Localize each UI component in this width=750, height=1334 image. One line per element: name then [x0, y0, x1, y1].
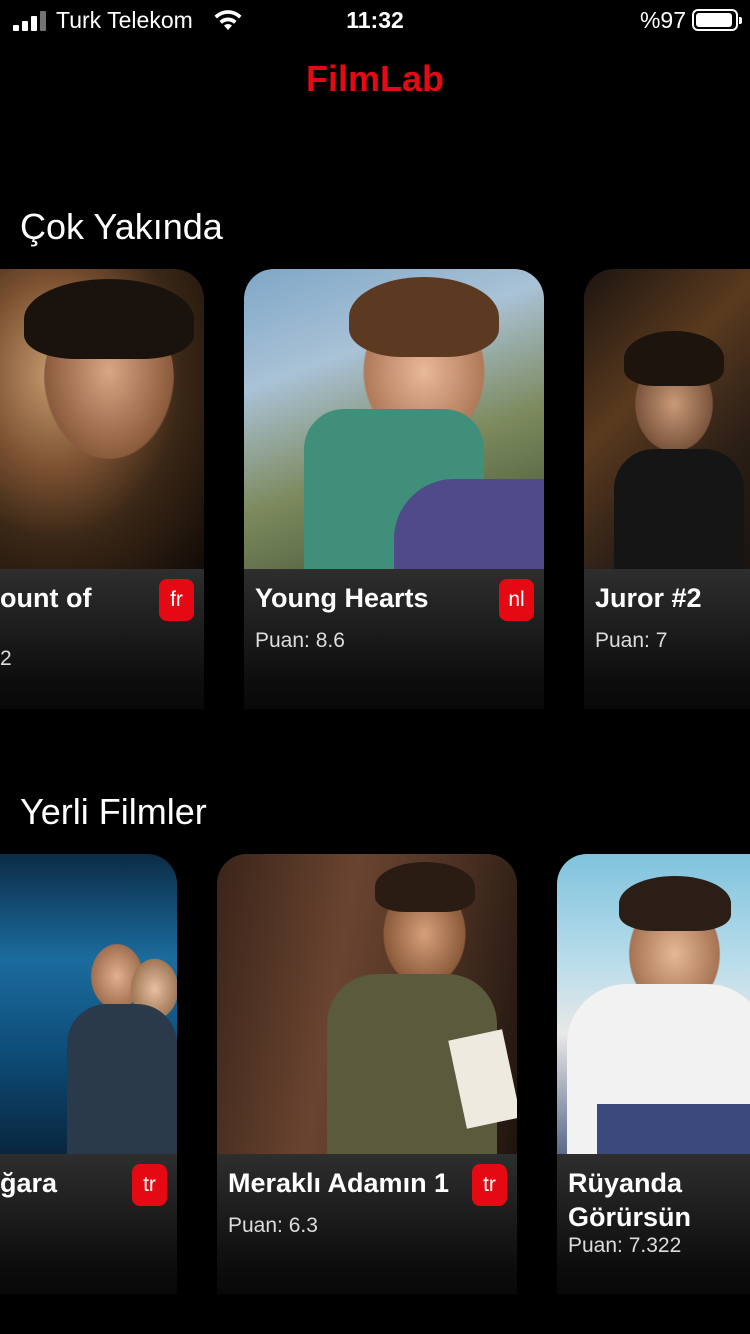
- language-badge: tr: [132, 1164, 167, 1206]
- movie-card[interactable]: ount of 2 fr: [0, 269, 204, 709]
- movie-score: 2: [0, 647, 12, 670]
- movie-card[interactable]: ğara tr: [0, 854, 177, 1294]
- battery-percentage: %97: [639, 7, 686, 33]
- language-badge: nl: [499, 579, 534, 621]
- app-title: FilmLab: [305, 58, 444, 99]
- movie-info: ğara tr: [0, 1154, 177, 1294]
- section-title-local-films: Yerli Filmler: [20, 791, 207, 832]
- language-badge: tr: [472, 1164, 507, 1206]
- status-bar: Turk Telekom 11:32 %97: [0, 0, 750, 40]
- movie-card[interactable]: Juror #2 Puan: 7: [584, 269, 750, 709]
- section-title-coming-soon: Çok Yakında: [20, 206, 223, 247]
- movie-card[interactable]: Young Hearts Puan: 8.6 nl: [244, 269, 544, 709]
- language-badge: fr: [159, 579, 194, 621]
- movie-score: Puan: 7.322: [568, 1234, 682, 1257]
- movie-poster: [244, 269, 544, 569]
- movie-poster: [0, 854, 177, 1154]
- battery-icon: [692, 9, 742, 31]
- movie-title: Meraklı Adamın 1: [228, 1168, 450, 1198]
- movie-info: Meraklı Adamın 1 Puan: 6.3 tr: [217, 1154, 517, 1294]
- movie-info: Young Hearts Puan: 8.6 nl: [244, 569, 544, 709]
- movie-poster: [217, 854, 517, 1154]
- movie-title: Young Hearts: [255, 583, 429, 613]
- movie-score: Puan: 6.3: [228, 1214, 318, 1237]
- movie-poster: [584, 269, 750, 569]
- local-films-carousel[interactable]: ğara tr Meraklı Adamın 1 Puan: 6.3 tr Rü…: [0, 854, 750, 1294]
- movie-info: ount of 2 fr: [0, 569, 204, 709]
- clock: 11:32: [346, 7, 404, 33]
- coming-soon-carousel[interactable]: ount of 2 fr Young Hearts Puan: 8.6 nl J…: [0, 269, 750, 709]
- movie-card[interactable]: Rüyanda Görürsün Puan: 7.322: [557, 854, 750, 1294]
- movie-poster: [0, 269, 204, 569]
- movie-title: Juror #2: [595, 583, 702, 613]
- movie-score: Puan: 7: [595, 629, 668, 652]
- movie-card[interactable]: Meraklı Adamın 1 Puan: 6.3 tr: [217, 854, 517, 1294]
- movie-info: Rüyanda Görürsün Puan: 7.322: [557, 1154, 750, 1294]
- movie-poster: [557, 854, 750, 1154]
- movie-info: Juror #2 Puan: 7: [584, 569, 750, 709]
- movie-title: Rüyanda Görürsün: [568, 1168, 692, 1232]
- movie-score: Puan: 8.6: [255, 629, 345, 652]
